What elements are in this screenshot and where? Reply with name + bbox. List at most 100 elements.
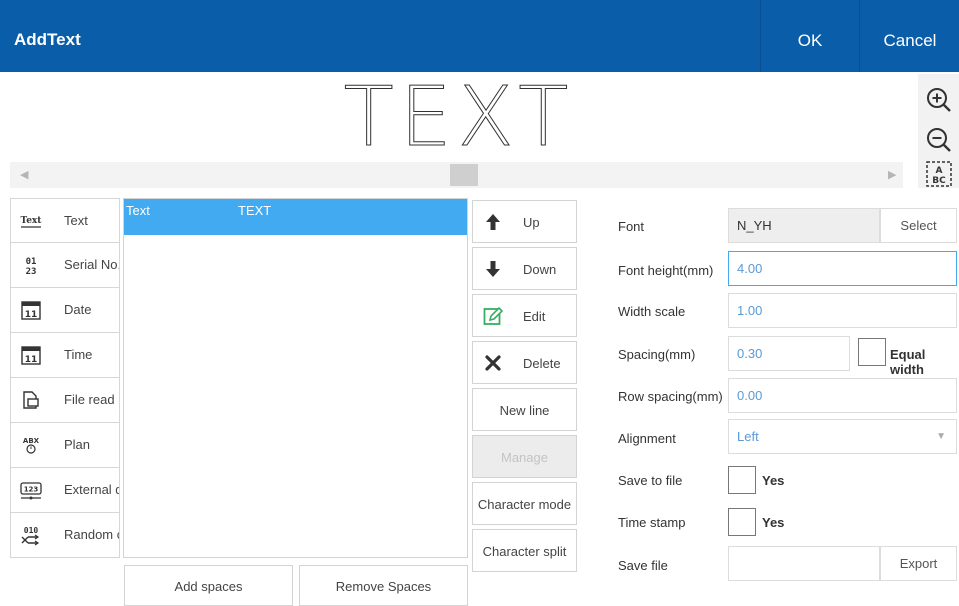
preview-text: TEXT <box>343 76 575 160</box>
equal-width-label: Equal width <box>890 347 926 377</box>
svg-text:010: 010 <box>24 526 39 535</box>
type-item-external-data[interactable]: 123 External d <box>10 468 120 513</box>
character-split-label: Character split <box>482 544 567 559</box>
move-down-label: Down <box>523 262 557 277</box>
new-line-label: New line <box>499 403 550 418</box>
spacing-input[interactable]: 0.30 <box>728 336 850 371</box>
save-to-file-yes-label: Yes <box>762 473 785 488</box>
font-label: Font <box>618 219 645 234</box>
time-stamp-label: Time stamp <box>618 515 686 530</box>
list-item-content: TEXT <box>238 203 272 218</box>
manage-button[interactable]: Manage <box>472 435 577 478</box>
save-file-label: Save file <box>618 558 668 573</box>
row-spacing-input[interactable]: 0.00 <box>728 378 957 413</box>
zoom-toolbar: A BC <box>918 74 959 188</box>
text-icon: Text <box>21 216 43 228</box>
export-button[interactable]: Export <box>880 546 957 581</box>
chevron-down-icon: ▼ <box>936 431 946 442</box>
type-item-label: Text <box>64 213 88 228</box>
type-item-label: Serial No. <box>64 257 120 272</box>
text-preview-area: TEXT ◀ ▶ A BC <box>0 72 959 190</box>
character-split-button[interactable]: Character split <box>472 529 577 572</box>
scroll-left-icon[interactable]: ◀ <box>20 168 28 181</box>
scrollbar-thumb[interactable] <box>450 164 478 186</box>
save-to-file-label: Save to file <box>618 473 683 488</box>
external-data-icon: 123 <box>20 482 42 500</box>
svg-text:BC: BC <box>932 176 946 186</box>
ok-button[interactable]: OK <box>760 0 860 72</box>
edit-label: Edit <box>523 309 546 324</box>
new-line-button[interactable]: New line <box>472 388 577 431</box>
title-bar: AddText OK Cancel <box>0 0 959 72</box>
add-spaces-button[interactable]: Add spaces <box>124 565 293 606</box>
font-field: N_YH <box>728 208 880 243</box>
cancel-button[interactable]: Cancel <box>861 0 959 72</box>
move-down-button[interactable]: Down <box>472 247 577 290</box>
width-scale-label: Width scale <box>618 304 686 319</box>
edit-button[interactable]: Edit <box>472 294 577 337</box>
equal-width-checkbox[interactable] <box>858 338 886 366</box>
scroll-right-icon[interactable]: ▶ <box>888 168 896 181</box>
svg-text:ABX: ABX <box>23 437 40 445</box>
svg-text:11: 11 <box>25 310 38 320</box>
character-mode-label: Character mode <box>477 497 572 512</box>
time-stamp-checkbox[interactable] <box>728 508 756 536</box>
arrow-up-icon <box>486 214 500 230</box>
alignment-label: Alignment <box>618 431 676 446</box>
type-item-label: Plan <box>64 437 91 452</box>
character-mode-button[interactable]: Character mode <box>472 482 577 525</box>
type-item-plan[interactable]: ABX Plan <box>10 423 120 468</box>
text-element-list[interactable]: Text TEXT <box>123 198 468 558</box>
type-item-label: Date <box>64 302 92 317</box>
fit-text-icon[interactable]: A BC <box>925 160 953 188</box>
svg-text:A: A <box>936 166 943 176</box>
svg-text:01: 01 <box>26 257 37 267</box>
type-item-label: File read <box>64 392 115 407</box>
type-item-file-read[interactable]: File read <box>10 378 120 423</box>
horizontal-scrollbar[interactable]: ◀ ▶ <box>10 162 903 188</box>
type-item-random-code[interactable]: 010 Random c <box>10 513 120 558</box>
alignment-select[interactable]: Left ▼ <box>728 419 957 454</box>
save-to-file-checkbox[interactable] <box>728 466 756 494</box>
edit-icon <box>483 306 503 325</box>
dialog-title: AddText <box>14 30 81 49</box>
type-item-label: External d <box>64 482 120 497</box>
time-stamp-yes-label: Yes <box>762 515 785 530</box>
delete-icon <box>485 355 501 371</box>
calendar-icon: 11 <box>21 301 41 320</box>
arrow-down-icon <box>486 261 500 277</box>
plan-icon: ABX <box>23 437 40 454</box>
save-file-input[interactable] <box>728 546 880 581</box>
list-item[interactable]: Text TEXT <box>124 199 467 235</box>
svg-text:23: 23 <box>26 267 37 277</box>
move-up-label: Up <box>523 215 540 230</box>
delete-button[interactable]: Delete <box>472 341 577 384</box>
random-icon: 010 <box>21 526 40 546</box>
manage-label: Manage <box>501 450 548 465</box>
file-read-icon <box>23 391 39 409</box>
zoom-out-icon[interactable] <box>925 126 953 154</box>
svg-text:11: 11 <box>25 355 38 365</box>
type-item-text[interactable]: Text Text <box>10 198 120 243</box>
move-up-button[interactable]: Up <box>472 200 577 243</box>
element-type-list: Text Text 01 23 Serial No. 11 Date 11 Ti… <box>10 198 120 558</box>
alignment-value: Left <box>737 429 759 444</box>
serial-number-icon: 01 23 <box>26 257 37 277</box>
font-height-label: Font height(mm) <box>618 263 714 278</box>
svg-text:Text: Text <box>21 216 43 226</box>
type-item-serial-no[interactable]: 01 23 Serial No. <box>10 243 120 288</box>
type-item-time[interactable]: 11 Time <box>10 333 120 378</box>
width-scale-input[interactable]: 1.00 <box>728 293 957 328</box>
list-item-type: Text <box>126 203 150 218</box>
type-item-label: Time <box>64 347 93 362</box>
font-height-input[interactable]: 4.00 <box>728 251 957 286</box>
delete-label: Delete <box>523 356 561 371</box>
remove-spaces-button[interactable]: Remove Spaces <box>299 565 468 606</box>
type-item-date[interactable]: 11 Date <box>10 288 120 333</box>
select-font-button[interactable]: Select <box>880 208 957 243</box>
type-item-label: Random c <box>64 527 120 542</box>
zoom-in-icon[interactable] <box>925 86 953 114</box>
calendar-icon: 11 <box>21 346 41 365</box>
spacing-label: Spacing(mm) <box>618 347 696 362</box>
svg-text:123: 123 <box>24 486 39 494</box>
